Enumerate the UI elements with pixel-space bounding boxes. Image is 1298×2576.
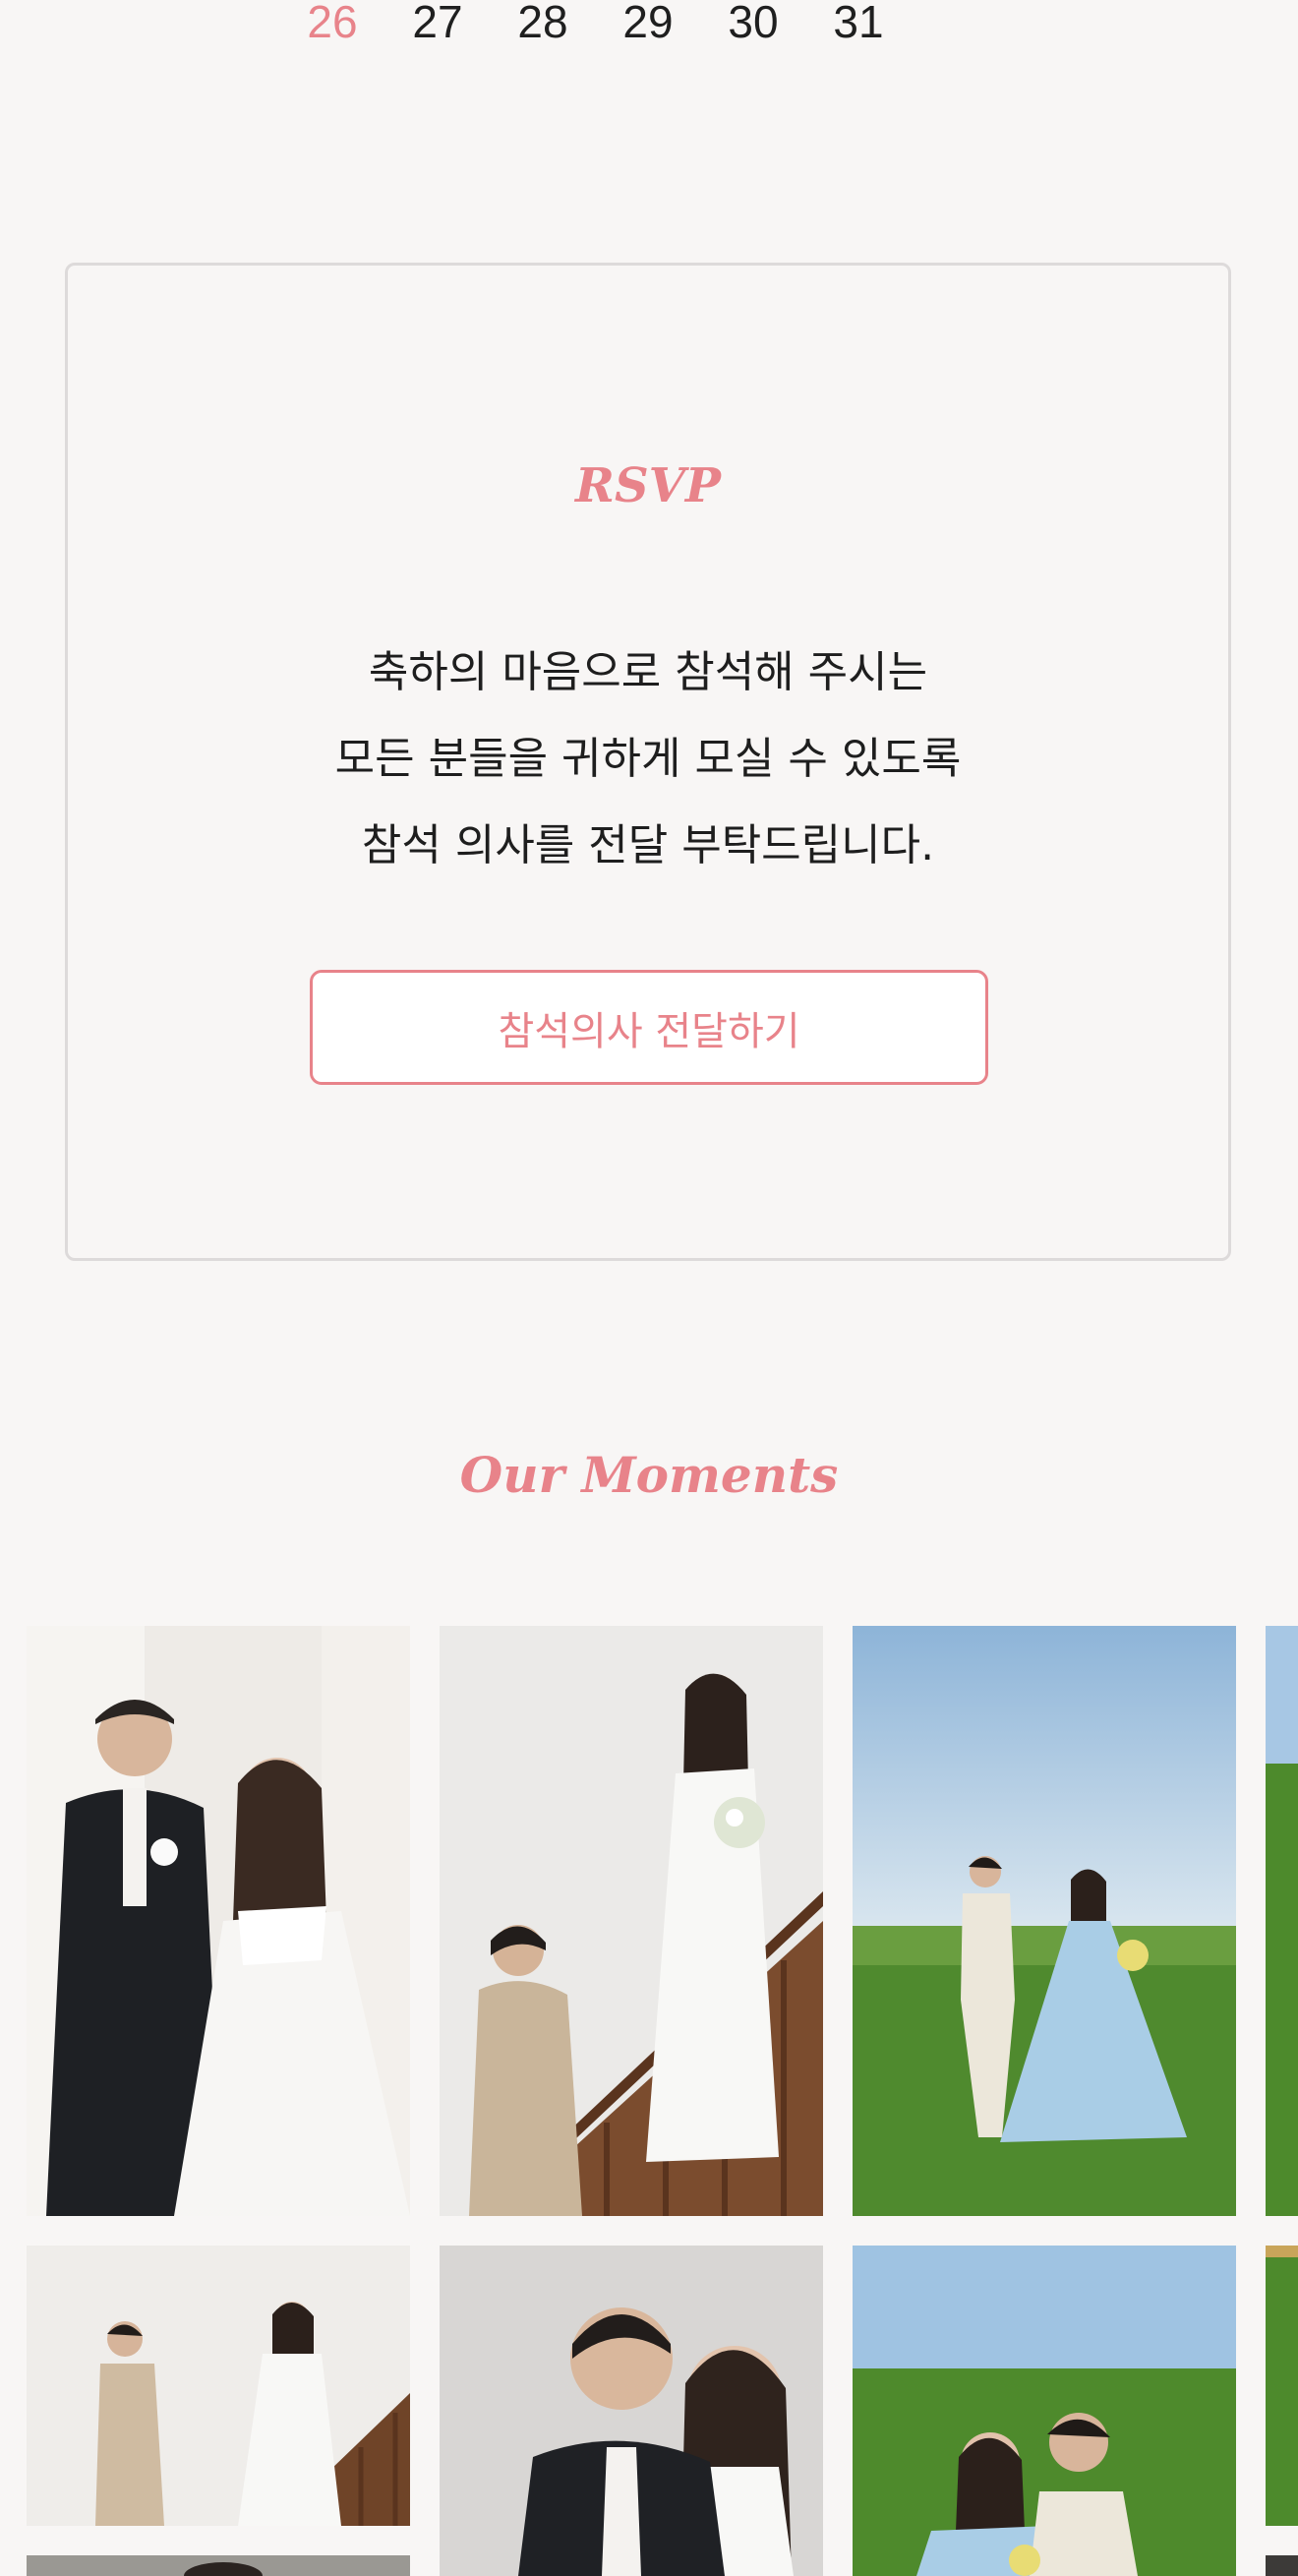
- gallery-photo-partial[interactable]: [1266, 1626, 1298, 2216]
- gallery-photo-field-blue-dress[interactable]: [853, 1626, 1236, 2216]
- gallery-photo-partial[interactable]: [1266, 2555, 1298, 2576]
- gallery-photo-couple-indoor[interactable]: [27, 1626, 410, 2216]
- gallery-photo-staircase[interactable]: [440, 1626, 823, 2216]
- gallery-photo-stairs-handhold[interactable]: [27, 2246, 410, 2526]
- gallery-photo-partial[interactable]: [1266, 2246, 1298, 2526]
- photo-gallery: [0, 0, 1298, 2576]
- gallery-photo-partial[interactable]: [27, 2555, 410, 2576]
- gallery-photo-field-smiling[interactable]: [853, 2246, 1236, 2576]
- gallery-photo-laughing-couple[interactable]: [440, 2246, 823, 2576]
